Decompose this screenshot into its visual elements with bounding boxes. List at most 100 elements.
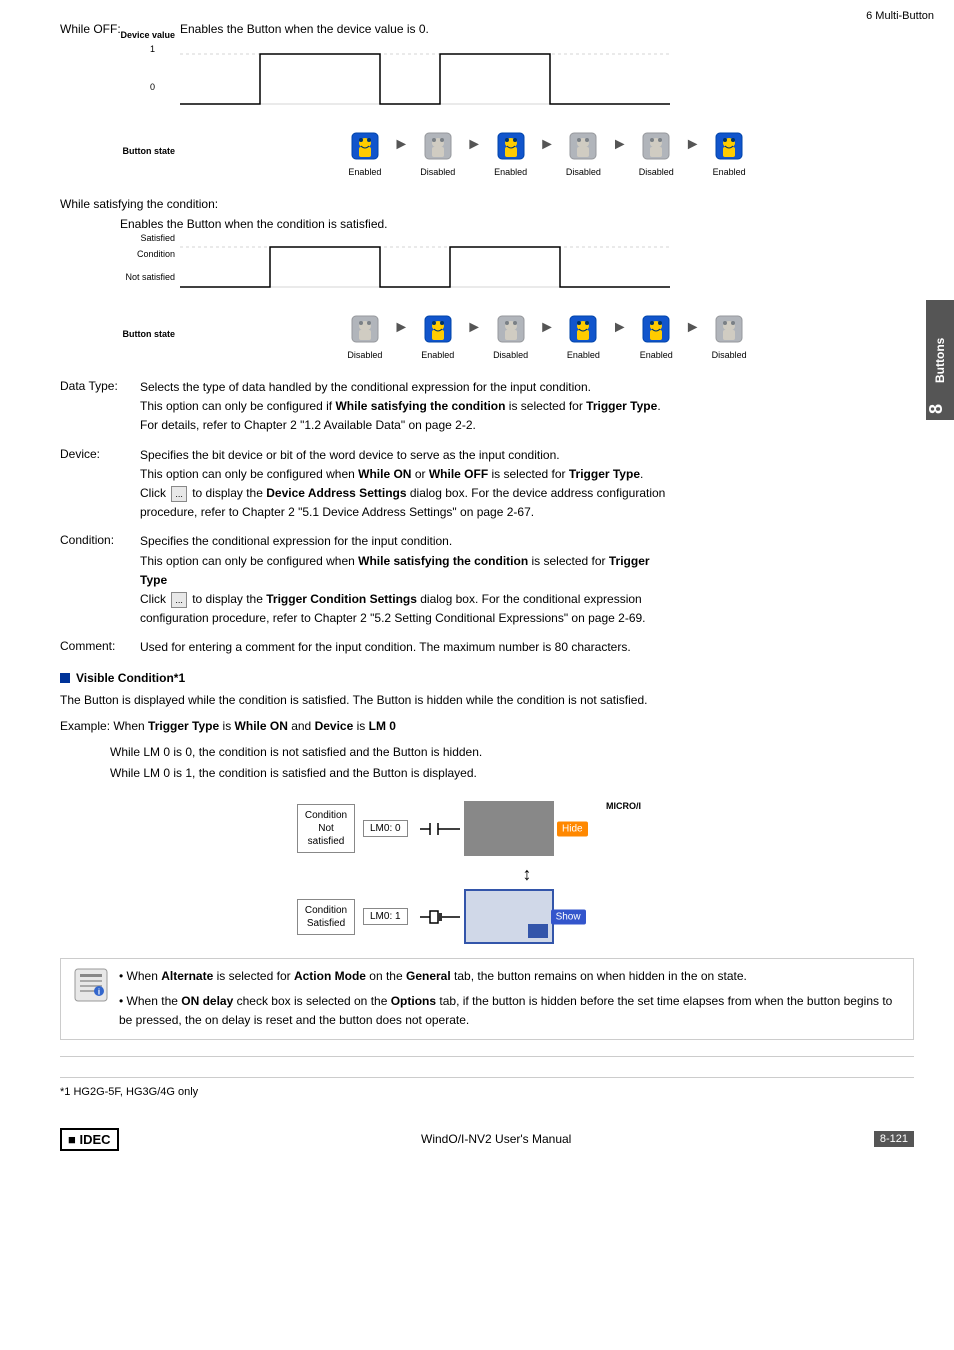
- while-off-states-row: Enabled ► Disabled ►: [332, 125, 761, 177]
- param-data-type-name: Data Type:: [60, 378, 140, 393]
- condition-bold2: Trigger: [609, 554, 650, 568]
- while-off-desc: Enables the Button when the device value…: [180, 20, 914, 38]
- chapter-number: 8: [926, 404, 954, 414]
- note-icon: i: [73, 967, 109, 1006]
- cond-state-item-3: Disabled: [478, 308, 543, 360]
- note1-bullet: •: [119, 969, 127, 983]
- device-btn[interactable]: ...: [171, 486, 187, 502]
- footer-center-text: WindO/I-NV2 User's Manual: [421, 1132, 571, 1146]
- visible-condition-desc1: The Button is displayed while the condit…: [60, 691, 914, 710]
- parameters-section: Data Type: Selects the type of data hand…: [60, 378, 914, 657]
- data-type-line2b: is selected for: [505, 399, 586, 413]
- vis-cond-bottom-row: Condition Satisfied LM0: 1 Show: [297, 889, 677, 944]
- button-state-label-cond: Button state: [65, 329, 175, 339]
- cond-state-item-2: Enabled: [405, 308, 470, 360]
- data-type-bold2: Trigger Type: [586, 399, 657, 413]
- data-type-bold1: While satisfying the condition: [335, 399, 505, 413]
- visible-condition-lines: While LM 0 is 0, the condition is not sa…: [110, 742, 914, 785]
- device-line3b: to display the: [189, 486, 266, 500]
- cond-state-label-4: Enabled: [567, 350, 600, 360]
- footnote-section: *1 HG2G-5F, HG3G/4G only: [60, 1077, 914, 1098]
- state-label-5: Disabled: [639, 167, 674, 177]
- vis-top-label-line2: Not: [304, 822, 348, 835]
- device-bold4: Device Address Settings: [266, 486, 406, 500]
- vis-button-on: [528, 924, 548, 938]
- state-item-4: Disabled: [551, 125, 616, 177]
- while-satisfying-diagram: Satisfied Condition Not satisfied Button…: [60, 237, 914, 364]
- device-line2a: This option can only be configured when: [140, 467, 358, 481]
- cond-state-label-5: Enabled: [640, 350, 673, 360]
- idec-logo: ■ IDEC: [60, 1128, 119, 1151]
- condition-bold1: While satisfying the condition: [358, 554, 528, 568]
- note1-mid: is selected for: [213, 969, 294, 983]
- data-type-line2a: This option can only be configured if: [140, 399, 335, 413]
- param-condition-row: Condition: Specifies the conditional exp…: [60, 532, 914, 628]
- condition-line2b: is selected for: [528, 554, 609, 568]
- notes-section: i • When Alternate is selected for Actio…: [60, 958, 914, 1040]
- param-comment-row: Comment: Used for entering a comment for…: [60, 638, 914, 657]
- state-label-3: Enabled: [494, 167, 527, 177]
- note2-bold1: ON delay: [181, 994, 233, 1008]
- param-device-row: Device: Specifies the bit device or bit …: [60, 446, 914, 523]
- condition-wave-svg: [180, 237, 670, 297]
- vis-top-lmo-box: LM0: 0: [363, 820, 408, 837]
- cond-state-item-1: Disabled: [332, 308, 397, 360]
- vis-bottom-lmo-box: LM0: 1: [363, 908, 408, 925]
- condition-btn[interactable]: ...: [171, 592, 187, 608]
- vis-top-label-box: Condition Not satisfied: [297, 804, 355, 853]
- param-condition-desc: Specifies the conditional expression for…: [140, 532, 914, 628]
- state-item-5: Disabled: [624, 125, 689, 177]
- param-comment-name: Comment:: [60, 638, 140, 653]
- condition-line2a: This option can only be configured when: [140, 554, 358, 568]
- header-square-icon: [60, 673, 70, 683]
- contact-symbol-top: [420, 817, 460, 841]
- state-item-1: Enabled: [332, 125, 397, 177]
- device-line2b: or: [411, 467, 428, 481]
- vis-cond-line2: While LM 0 is 1, the condition is satisf…: [110, 763, 914, 785]
- cond-state-label-6: Disabled: [712, 350, 747, 360]
- device-bold1: While ON: [358, 467, 411, 481]
- contact-symbol-bottom: [420, 905, 460, 929]
- note-2: • When the ON delay check box is selecte…: [119, 992, 901, 1030]
- note1-start: When: [127, 969, 162, 983]
- vis-screen-top: Hide: [464, 801, 554, 856]
- footnote-text: *1 HG2G-5F, HG3G/4G only: [60, 1086, 198, 1098]
- note2-bold2: Options: [391, 994, 436, 1008]
- note1-bold3: General: [406, 969, 451, 983]
- sidebar-text: Buttons: [933, 337, 947, 382]
- while-satisfying-states-row: Disabled ► Enabled: [332, 308, 761, 360]
- device-bold2: While OFF: [429, 467, 488, 481]
- param-comment-desc: Used for entering a comment for the inpu…: [140, 638, 914, 657]
- condition-line3d: configuration procedure, refer to Chapte…: [140, 611, 646, 625]
- notes-content: • When Alternate is selected for Action …: [119, 967, 901, 1031]
- while-off-intro-row: While OFF: Enables the Button when the d…: [60, 20, 914, 38]
- not-satisfied-label: Not satisfied: [70, 272, 175, 282]
- micro-i-label: MICRO/I: [606, 801, 641, 811]
- note1-mid2: on the: [366, 969, 406, 983]
- wave-label-1: 1: [150, 44, 155, 54]
- state-label-4: Disabled: [566, 167, 601, 177]
- device-line2d: .: [640, 467, 643, 481]
- while-satisfying-desc: Enables the Button when the condition is…: [120, 217, 914, 231]
- hide-button: Hide: [557, 821, 588, 836]
- cond-state-label-2: Enabled: [421, 350, 454, 360]
- while-satisfying-section: While satisfying the condition: Enables …: [60, 195, 914, 364]
- note1-bold1: Alternate: [161, 969, 213, 983]
- visible-condition-example: Example: When Trigger Type is While ON a…: [60, 717, 914, 736]
- vis-bottom-label-box: Condition Satisfied: [297, 899, 355, 935]
- wave-label-0: 0: [150, 82, 155, 92]
- note1-bold2: Action Mode: [294, 969, 366, 983]
- param-data-type-row: Data Type: Selects the type of data hand…: [60, 378, 914, 436]
- data-type-line2c: .: [657, 399, 660, 413]
- condition-line3c: dialog box. For the conditional expressi…: [417, 592, 642, 606]
- data-type-line3: For details, refer to Chapter 2 "1.2 Ava…: [140, 418, 476, 432]
- device-bold3: Trigger Type: [569, 467, 640, 481]
- param-device-desc: Specifies the bit device or bit of the w…: [140, 446, 914, 523]
- condition-label: Condition: [70, 249, 175, 259]
- cond-state-item-5: Enabled: [624, 308, 689, 360]
- vis-cond-diagram: MICRO/I Condition Not satisfied LM0: 0: [297, 801, 677, 944]
- device-line2c: is selected for: [488, 467, 569, 481]
- cond-state-item-4: Enabled: [551, 308, 616, 360]
- condition-line3b: to display the: [189, 592, 266, 606]
- while-off-section: While OFF: Enables the Button when the d…: [60, 20, 914, 181]
